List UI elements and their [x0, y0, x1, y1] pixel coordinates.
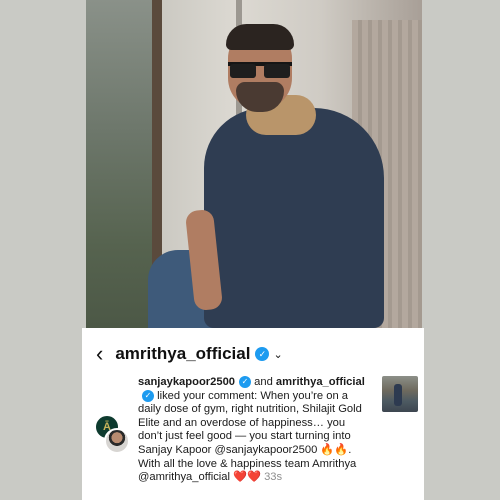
verified-badge-icon: ✓: [239, 376, 252, 389]
person-jacket: [204, 108, 384, 328]
sunglasses: [228, 62, 292, 80]
and-text: and: [251, 376, 273, 388]
verified-badge-icon: ✓: [142, 389, 154, 402]
person-hair: [226, 24, 294, 50]
back-arrow-icon[interactable]: ‹: [96, 343, 103, 365]
profile-header: ‹ amrithya_official ✓ ⌄: [96, 342, 283, 366]
post-photo: [86, 0, 422, 328]
actor-username-2[interactable]: amrithya_official: [276, 376, 365, 388]
user-avatar[interactable]: [104, 428, 130, 454]
chevron-down-icon[interactable]: ⌄: [273, 348, 282, 361]
verified-badge-icon: ✓: [255, 347, 270, 361]
window-view: [86, 0, 156, 328]
notification-text[interactable]: sanjaykapoor2500 ✓ and amrithya_official✓…: [138, 376, 370, 485]
post-thumbnail[interactable]: [382, 376, 418, 412]
timestamp: 33s: [264, 471, 283, 484]
heart-emoji-icon: ❤️❤️: [233, 471, 261, 484]
notification-card: ‹ amrithya_official ✓ ⌄ Ā sanjaykapoor25…: [82, 328, 424, 500]
fire-emoji-icon: 🔥🔥: [320, 443, 349, 456]
profile-username[interactable]: amrithya_official: [115, 344, 250, 364]
actor-username-1[interactable]: sanjaykapoor2500: [138, 376, 235, 388]
notification-avatars[interactable]: Ā: [94, 414, 134, 458]
